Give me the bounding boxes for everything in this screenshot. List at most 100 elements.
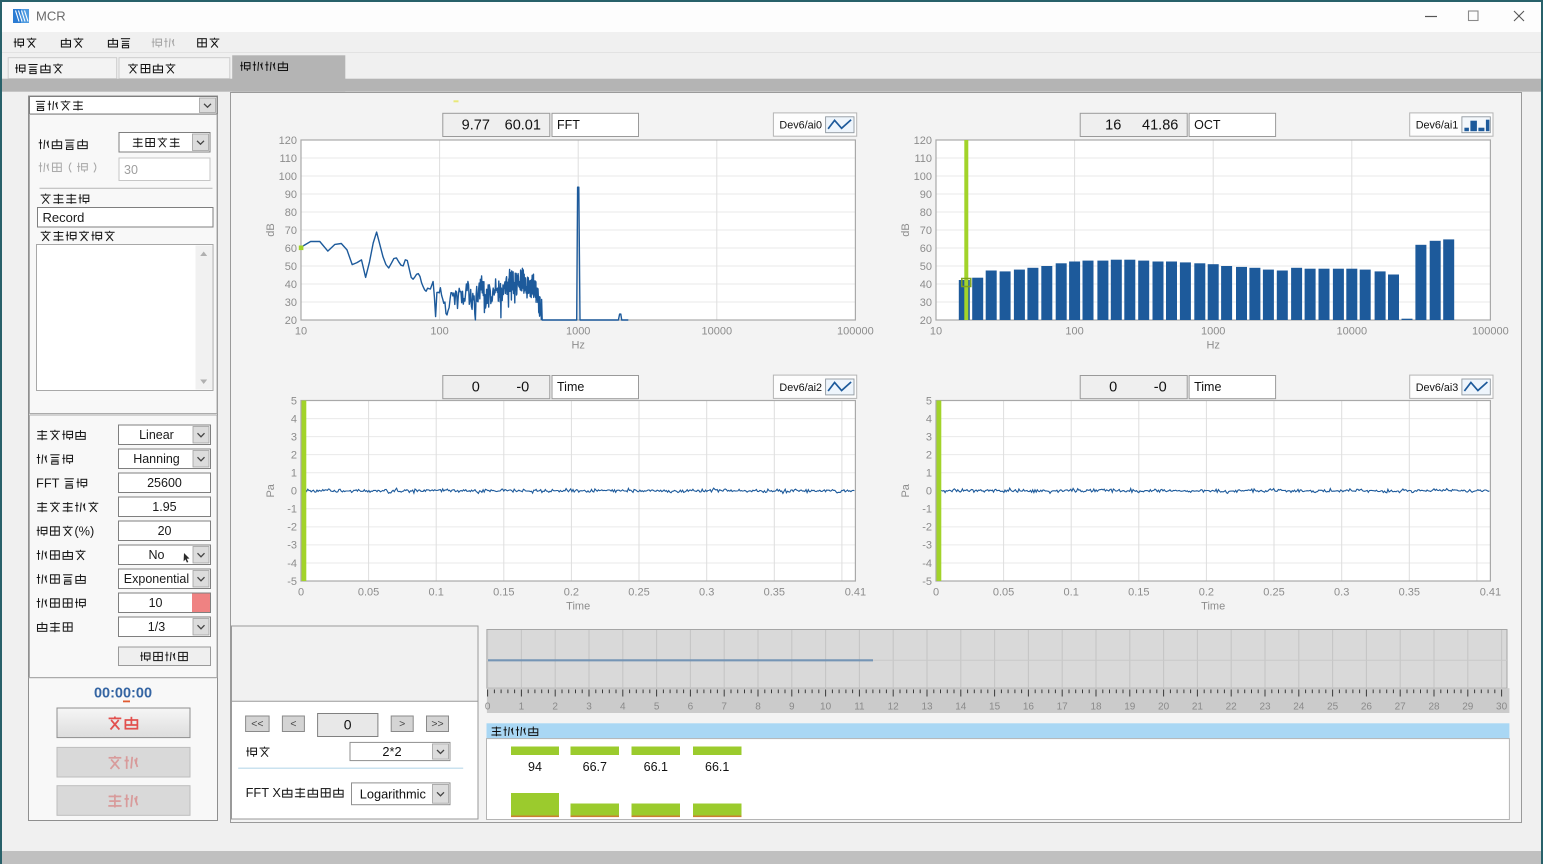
svg-text:60.01: 60.01	[505, 118, 541, 134]
svg-text:0.1: 0.1	[429, 587, 444, 599]
svg-text:66.1: 66.1	[705, 760, 729, 774]
svg-text:2: 2	[552, 702, 558, 713]
svg-text:60: 60	[920, 243, 932, 255]
svg-text:66.7: 66.7	[583, 760, 607, 774]
svg-text:30: 30	[1496, 702, 1508, 713]
svg-text:120: 120	[914, 135, 932, 147]
svg-text:0.05: 0.05	[358, 587, 379, 599]
svg-text:0.05: 0.05	[993, 587, 1014, 599]
svg-text:9.77: 9.77	[462, 118, 490, 134]
svg-text:Hz: Hz	[1206, 340, 1219, 352]
svg-text:2*2: 2*2	[382, 744, 401, 759]
svg-text:Linear: Linear	[139, 428, 174, 442]
svg-text:0: 0	[485, 702, 491, 713]
svg-text:-2: -2	[922, 522, 932, 534]
svg-text:1/3: 1/3	[148, 620, 165, 634]
svg-text:0: 0	[926, 486, 932, 498]
svg-text:-1: -1	[287, 504, 297, 516]
svg-text:Dev6/ai1: Dev6/ai1	[1416, 120, 1459, 132]
svg-text:14: 14	[955, 702, 967, 713]
svg-text:-3: -3	[287, 540, 297, 552]
svg-text:70: 70	[920, 225, 932, 237]
svg-text:-3: -3	[922, 540, 932, 552]
svg-text:10000: 10000	[702, 326, 733, 338]
svg-text:Pa: Pa	[265, 483, 277, 497]
svg-text:6: 6	[688, 702, 694, 713]
svg-text:66.1: 66.1	[644, 760, 668, 774]
svg-text:>: >	[399, 718, 405, 730]
svg-text:22: 22	[1226, 702, 1238, 713]
svg-text:18: 18	[1090, 702, 1102, 713]
svg-text:0.25: 0.25	[1263, 587, 1284, 599]
svg-text:8: 8	[755, 702, 761, 713]
svg-text:FFT: FFT	[557, 118, 580, 132]
svg-text:dB: dB	[900, 223, 912, 236]
svg-text:2: 2	[291, 449, 297, 461]
svg-text:80: 80	[920, 207, 932, 219]
svg-text:100: 100	[279, 171, 297, 183]
svg-text:0: 0	[344, 717, 352, 733]
svg-text:13: 13	[921, 702, 933, 713]
svg-text:4: 4	[620, 702, 626, 713]
svg-text:OCT: OCT	[1194, 118, 1221, 132]
svg-text:0: 0	[933, 587, 939, 599]
svg-text:120: 120	[279, 135, 297, 147]
svg-text:-1: -1	[922, 504, 932, 516]
svg-text:1: 1	[291, 468, 297, 480]
svg-text:10: 10	[820, 702, 832, 713]
svg-text:41.86: 41.86	[1142, 118, 1178, 134]
svg-text:3: 3	[291, 431, 297, 443]
svg-text:29: 29	[1462, 702, 1474, 713]
svg-text:0.3: 0.3	[699, 587, 714, 599]
svg-text:>>: >>	[431, 718, 443, 730]
svg-text:94: 94	[528, 760, 542, 774]
svg-text:11: 11	[854, 702, 865, 713]
svg-text:-4: -4	[287, 558, 297, 570]
svg-text:20: 20	[158, 524, 172, 538]
svg-text:Dev6/ai3: Dev6/ai3	[1416, 382, 1459, 394]
svg-text:50: 50	[920, 261, 932, 273]
svg-text:0.2: 0.2	[1199, 587, 1214, 599]
svg-text:0.1: 0.1	[1064, 587, 1079, 599]
svg-text:0.41: 0.41	[845, 587, 866, 599]
svg-text:0.2: 0.2	[564, 587, 579, 599]
svg-text:16: 16	[1105, 118, 1121, 134]
svg-text:30: 30	[920, 297, 932, 309]
svg-text:12: 12	[888, 702, 900, 713]
svg-text:0: 0	[1109, 380, 1117, 396]
svg-text:-2: -2	[287, 522, 297, 534]
svg-text:0: 0	[291, 486, 297, 498]
svg-text:21: 21	[1192, 702, 1204, 713]
svg-text:1: 1	[519, 702, 525, 713]
svg-text:0.3: 0.3	[1334, 587, 1349, 599]
svg-text:1000: 1000	[1201, 326, 1225, 338]
svg-text:5: 5	[654, 702, 660, 713]
svg-text:1.95: 1.95	[152, 500, 176, 514]
svg-text:30: 30	[285, 297, 297, 309]
svg-text:1: 1	[926, 468, 932, 480]
svg-text:10000: 10000	[1337, 326, 1368, 338]
svg-text:23: 23	[1259, 702, 1271, 713]
svg-text:80: 80	[285, 207, 297, 219]
svg-text:Pa: Pa	[900, 483, 912, 497]
svg-text:Hz: Hz	[571, 340, 584, 352]
svg-text:10: 10	[149, 596, 163, 610]
svg-text:100000: 100000	[837, 326, 874, 338]
svg-text:15: 15	[989, 702, 1001, 713]
svg-text:5: 5	[926, 395, 932, 407]
svg-text:25: 25	[1327, 702, 1339, 713]
svg-text:50: 50	[285, 261, 297, 273]
svg-text:-0: -0	[516, 380, 529, 396]
svg-text:Dev6/ai0: Dev6/ai0	[779, 120, 822, 132]
svg-text:Time: Time	[1194, 380, 1221, 394]
svg-text:19: 19	[1124, 702, 1136, 713]
svg-text:100: 100	[430, 326, 448, 338]
svg-text:Hanning: Hanning	[133, 452, 180, 466]
svg-text:28: 28	[1428, 702, 1440, 713]
svg-text:4: 4	[291, 413, 297, 425]
svg-text:dB: dB	[265, 223, 277, 236]
svg-text:30: 30	[124, 163, 138, 177]
svg-text:0.25: 0.25	[628, 587, 649, 599]
svg-text:Time: Time	[557, 380, 584, 394]
svg-text:25600: 25600	[147, 476, 182, 490]
